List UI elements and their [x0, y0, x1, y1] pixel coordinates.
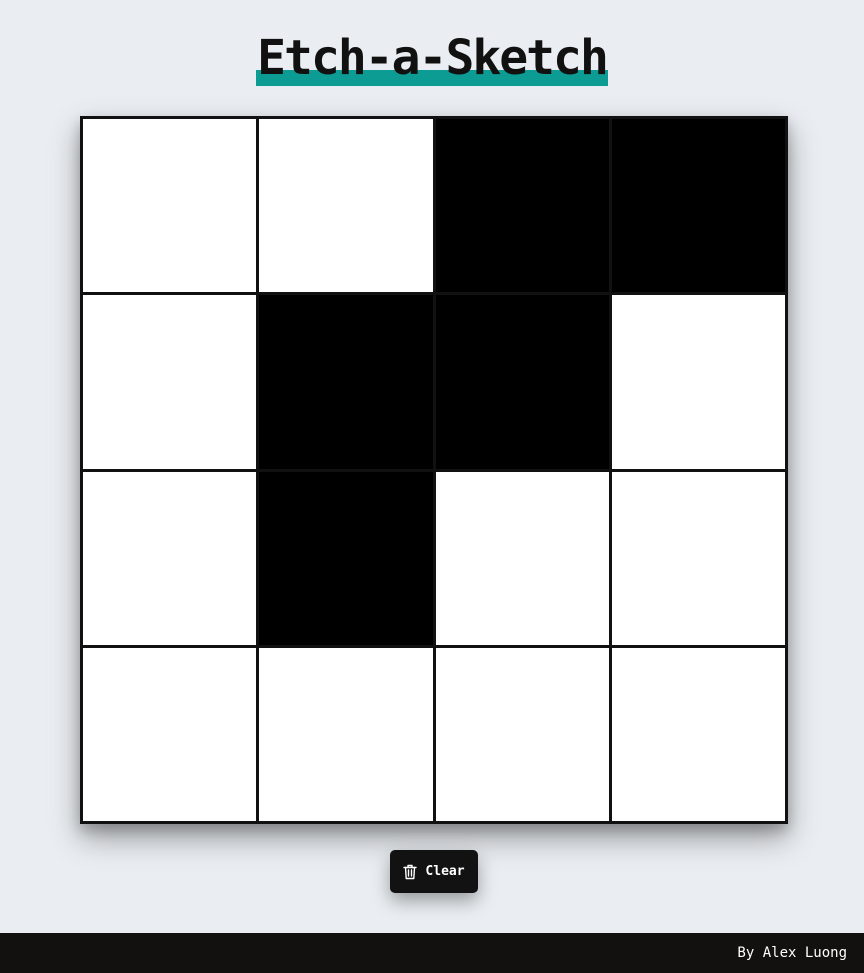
- grid-cell[interactable]: [611, 647, 785, 821]
- grid-cell[interactable]: [259, 295, 433, 469]
- grid-cell[interactable]: [259, 647, 433, 821]
- header: Etch-a-Sketch: [0, 30, 864, 86]
- grid-cell[interactable]: [83, 295, 257, 469]
- grid-cell[interactable]: [611, 471, 785, 645]
- grid-cell[interactable]: [83, 471, 257, 645]
- page-title: Etch-a-Sketch: [256, 30, 609, 86]
- grid-cell[interactable]: [435, 471, 609, 645]
- footer: By Alex Luong: [0, 933, 864, 973]
- clear-button[interactable]: Clear: [390, 850, 478, 893]
- grid-cell[interactable]: [259, 471, 433, 645]
- footer-credit: By Alex Luong: [737, 945, 847, 961]
- grid-cell[interactable]: [435, 647, 609, 821]
- grid-cell[interactable]: [611, 295, 785, 469]
- grid-cell[interactable]: [83, 119, 257, 293]
- clear-button-label: Clear: [425, 864, 465, 879]
- trash-icon: [403, 864, 418, 880]
- grid-cell[interactable]: [435, 119, 609, 293]
- sketch-grid[interactable]: [80, 116, 788, 824]
- grid-cell[interactable]: [611, 119, 785, 293]
- grid-cell[interactable]: [435, 295, 609, 469]
- grid-cell[interactable]: [83, 647, 257, 821]
- grid-cell[interactable]: [259, 119, 433, 293]
